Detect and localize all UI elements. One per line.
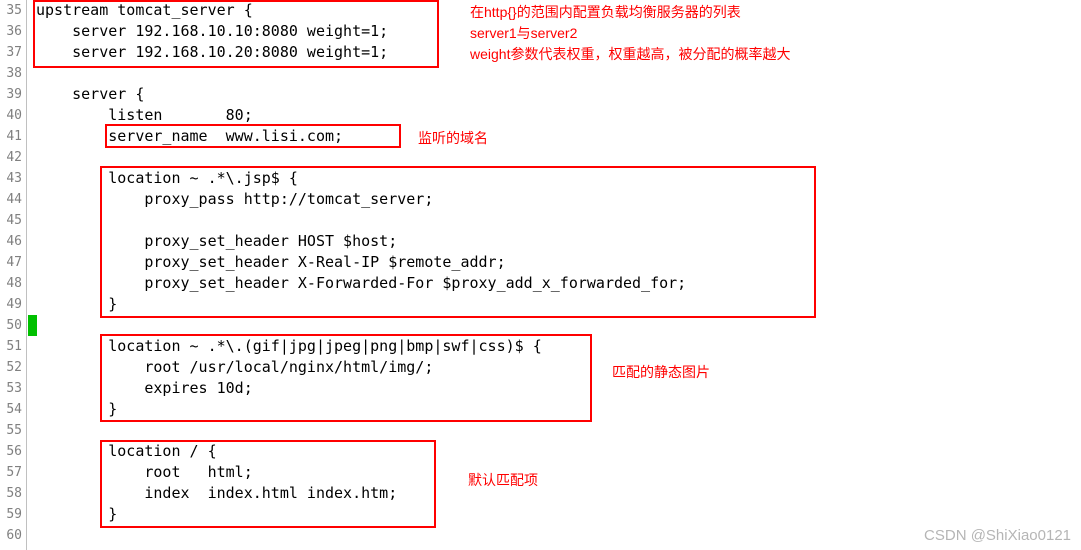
code-line[interactable]: location ~ .*\.(gif|jpg|jpeg|png|bmp|swf… [36,336,686,357]
code-line[interactable]: index index.html index.htm; [36,483,686,504]
line-number: 52 [0,357,24,378]
code-line[interactable] [36,147,686,168]
code-area[interactable]: upstream tomcat_server { server 192.168.… [36,0,686,546]
code-line[interactable]: proxy_pass http://tomcat_server; [36,189,686,210]
line-number: 51 [0,336,24,357]
line-number: 57 [0,462,24,483]
code-line[interactable]: proxy_set_header X-Real-IP $remote_addr; [36,252,686,273]
code-line[interactable]: } [36,399,686,420]
gutter-divider [26,0,27,550]
line-number: 60 [0,525,24,546]
line-number: 46 [0,231,24,252]
line-number: 44 [0,189,24,210]
code-line[interactable]: server 192.168.10.10:8080 weight=1; [36,21,686,42]
code-line[interactable]: listen 80; [36,105,686,126]
line-number: 58 [0,483,24,504]
editor-viewport: 3536373839404142434445464748495051525354… [0,0,1081,550]
line-number: 35 [0,0,24,21]
code-line[interactable] [36,525,686,546]
line-number: 37 [0,42,24,63]
code-line[interactable] [36,210,686,231]
code-line[interactable]: } [36,504,686,525]
watermark-text: CSDN @ShiXiao0121 [924,527,1071,544]
code-line[interactable]: } [36,294,686,315]
code-line[interactable]: server_name www.lisi.com; [36,126,686,147]
code-line[interactable]: location ~ .*\.jsp$ { [36,168,686,189]
line-number: 56 [0,441,24,462]
line-number: 49 [0,294,24,315]
line-number: 39 [0,84,24,105]
line-number: 59 [0,504,24,525]
code-line[interactable] [36,315,686,336]
code-line[interactable]: proxy_set_header HOST $host; [36,231,686,252]
code-line[interactable]: root html; [36,462,686,483]
line-number: 53 [0,378,24,399]
cursor-indicator [28,315,37,336]
line-number: 50 [0,315,24,336]
annotation-static-img: 匹配的静态图片 [612,362,710,382]
code-line[interactable] [36,420,686,441]
code-line[interactable] [36,63,686,84]
line-number: 54 [0,399,24,420]
code-line[interactable]: root /usr/local/nginx/html/img/; [36,357,686,378]
line-number: 45 [0,210,24,231]
line-number-gutter: 3536373839404142434445464748495051525354… [0,0,24,546]
line-number: 41 [0,126,24,147]
code-line[interactable]: proxy_set_header X-Forwarded-For $proxy_… [36,273,686,294]
annotation-default-loc: 默认匹配项 [468,470,538,490]
code-line[interactable]: server { [36,84,686,105]
line-number: 47 [0,252,24,273]
annotation-server-name: 监听的域名 [418,128,488,148]
line-number: 36 [0,21,24,42]
code-line[interactable]: location / { [36,441,686,462]
code-line[interactable]: expires 10d; [36,378,686,399]
line-number: 38 [0,63,24,84]
line-number: 40 [0,105,24,126]
line-number: 48 [0,273,24,294]
line-number: 42 [0,147,24,168]
line-number: 43 [0,168,24,189]
annotation-upstream-line3: weight参数代表权重，权重越高，被分配的概率越大 [470,44,790,64]
line-number: 55 [0,420,24,441]
annotation-upstream-line2: server1与server2 [470,23,577,43]
annotation-upstream-line1: 在http{}的范围内配置负载均衡服务器的列表 [470,2,741,22]
